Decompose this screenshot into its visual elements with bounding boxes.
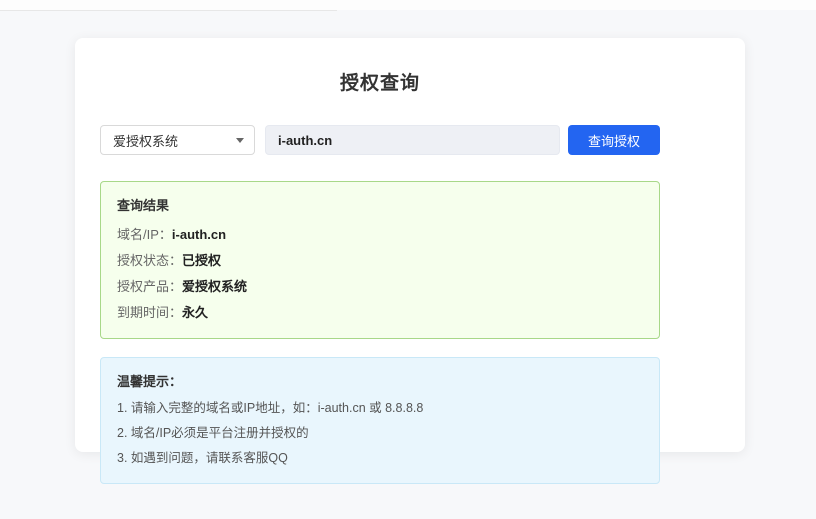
result-row-domain: 域名/IP：i-auth.cn [117,222,643,248]
tips-item-1: 1. 请输入完整的域名或IP地址，如：i-auth.cn 或 8.8.8.8 [117,396,643,421]
tips-heading: 温馨提示： [117,371,643,390]
result-label: 域名/IP： [117,227,172,242]
result-value: 爱授权系统 [182,279,247,294]
card-content: 授权查询 爱授权系统 查询授权 查询结果 域名/IP：i-auth.cn 授权状… [100,68,660,484]
query-form-row: 爱授权系统 查询授权 [100,125,660,155]
query-result-panel: 查询结果 域名/IP：i-auth.cn 授权状态：已授权 授权产品：爱授权系统… [100,181,660,339]
result-value: 永久 [182,305,208,320]
result-label: 到期时间： [117,305,182,320]
top-strip [0,0,816,10]
top-divider [0,10,337,11]
tips-item-2: 2. 域名/IP必须是平台注册并授权的 [117,421,643,446]
auth-query-card: 授权查询 爱授权系统 查询授权 查询结果 域名/IP：i-auth.cn 授权状… [75,38,745,452]
tips-item-3: 3. 如遇到问题，请联系客服QQ [117,446,643,471]
result-row-expiry: 到期时间：永久 [117,300,643,326]
result-heading: 查询结果 [117,195,643,214]
tips-panel: 温馨提示： 1. 请输入完整的域名或IP地址，如：i-auth.cn 或 8.8… [100,357,660,484]
result-value: i-auth.cn [172,227,226,242]
result-label: 授权状态： [117,253,182,268]
result-row-status: 授权状态：已授权 [117,248,643,274]
domain-input[interactable] [265,125,560,155]
system-select-value: 爱授权系统 [113,131,178,150]
result-label: 授权产品： [117,279,182,294]
chevron-down-icon [236,138,244,143]
query-auth-button[interactable]: 查询授权 [568,125,660,155]
result-row-product: 授权产品：爱授权系统 [117,274,643,300]
result-value: 已授权 [182,253,221,268]
system-select[interactable]: 爱授权系统 [100,125,255,155]
page-title: 授权查询 [100,68,660,95]
